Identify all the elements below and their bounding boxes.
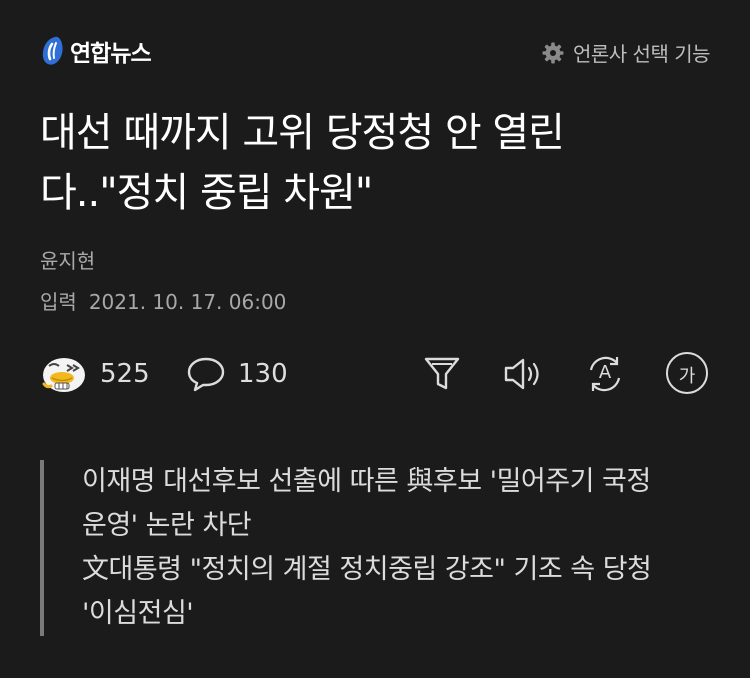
reaction-count: 525 [100,359,150,389]
summary-line: '이심전심' [82,598,194,629]
press-select-label: 언론사 선택 기능 [572,42,711,66]
press-select-button[interactable]: 언론사 선택 기능 [541,38,711,67]
reporter-name[interactable]: 윤지현 [40,245,95,274]
yonhap-logo[interactable]: 연합뉴스 [40,34,152,68]
date-value: 2021. 10. 17. 06:00 [88,290,287,314]
font-size-glyph: 가 [678,366,696,387]
reaction-button[interactable]: 525 [40,354,150,394]
site-header: 연합뉴스 언론사 선택 기능 [0,0,750,100]
publish-date: 입력 2021. 10. 17. 06:00 [40,286,286,315]
comment-bubble-icon [187,357,225,392]
font-size-button[interactable]: 가 [666,352,708,394]
logo-text: 연합뉴스 [70,41,152,67]
article-toolbar: 525 130 A 가 [40,352,710,400]
summary-line: 이재명 대선후보 선출에 따른 與후보 '밀어주기 국정 [82,466,651,497]
translate-button[interactable]: A [583,352,627,396]
reaction-emoji-icon [42,358,85,392]
article-title-line-2: 다.."정치 중립 차원" [40,170,373,216]
summary-line: 운영' 논란 차단 [82,510,252,541]
speaker-icon[interactable] [500,352,544,396]
article-title: 대선 때까지 고위 당정청 안 열린 다.."정치 중립 차원" [40,103,720,223]
summary-line: 文대통령 "정치의 계절 정치중립 강조" 기조 속 당청 [82,554,652,585]
date-label: 입력 [40,290,77,314]
gear-icon [542,42,564,63]
translate-glyph: A [598,362,612,383]
comment-button[interactable]: 130 [186,354,288,394]
article-title-line-1: 대선 때까지 고위 당정청 안 열린 [40,110,565,156]
comment-count: 130 [238,359,288,389]
article-summary: 이재명 대선후보 선출에 따른 與후보 '밀어주기 국정 운영' 논란 차단 文… [40,460,750,636]
yonhap-logo-icon [42,36,63,65]
summary-funnel-icon[interactable] [420,352,464,396]
